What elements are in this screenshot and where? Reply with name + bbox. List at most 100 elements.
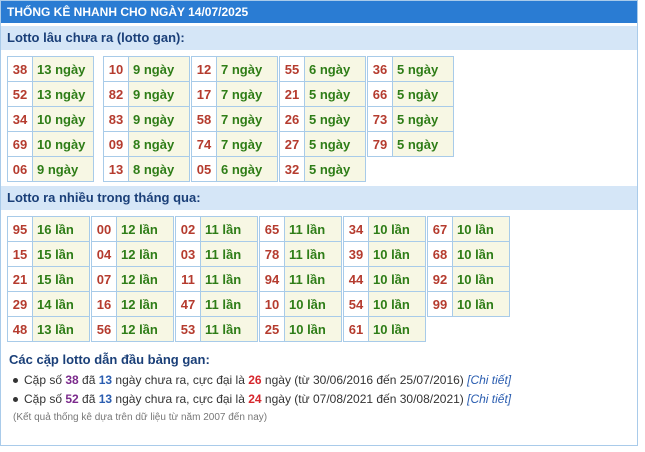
leader-text: đã (78, 392, 99, 406)
gan-row: 66 5 ngày (367, 81, 454, 107)
detail-link[interactable]: [Chi tiết] (467, 392, 511, 406)
gan-row: 13 8 ngày (103, 156, 190, 182)
gan-row: 26 5 ngày (279, 106, 366, 132)
frequent-count: 12 lần (116, 216, 174, 242)
frequent-number: 53 (175, 316, 201, 342)
leader-item: Cặp số 52 đã 13 ngày chưa ra, cực đại là… (9, 390, 629, 409)
gan-number: 13 (103, 156, 129, 182)
gan-row: 05 6 ngày (191, 156, 278, 182)
frequent-count: 12 lần (116, 266, 174, 292)
gan-row: 82 9 ngày (103, 81, 190, 107)
gan-count: 10 ngày (32, 131, 94, 157)
gan-count: 7 ngày (216, 56, 278, 82)
frequent-count: 15 lần (32, 241, 90, 267)
frequent-count: 11 lần (200, 241, 258, 267)
gan-number: 17 (191, 81, 217, 107)
frequent-block: 02 11 lần 03 11 lần 11 11 lần 47 11 lần 53 11 lần (175, 216, 258, 342)
gan-number: 79 (367, 131, 393, 157)
gan-row: 79 5 ngày (367, 131, 454, 157)
frequent-row: 78 11 lần (259, 241, 342, 267)
gan-row: 09 8 ngày (103, 131, 190, 157)
frequent-count: 10 lần (452, 241, 510, 267)
gan-number: 73 (367, 106, 393, 132)
gan-row: 34 10 ngày (7, 106, 94, 132)
frequent-count: 11 lần (284, 266, 342, 292)
gan-count: 9 ngày (128, 81, 190, 107)
gan-number: 69 (7, 131, 33, 157)
gan-heading: Lotto lâu chưa ra (lotto gan): (1, 26, 637, 50)
frequent-number: 04 (91, 241, 117, 267)
frequent-row: 04 12 lần (91, 241, 174, 267)
frequent-number: 56 (91, 316, 117, 342)
gan-row: 12 7 ngày (191, 56, 278, 82)
gan-count: 5 ngày (304, 106, 366, 132)
frequent-row: 29 14 lần (7, 291, 90, 317)
frequent-number: 15 (7, 241, 33, 267)
frequent-count: 10 lần (452, 291, 510, 317)
frequent-row: 21 15 lần (7, 266, 90, 292)
gan-row: 52 13 ngày (7, 81, 94, 107)
gan-count: 8 ngày (128, 131, 190, 157)
gan-number: 06 (7, 156, 33, 182)
gan-row: 21 5 ngày (279, 81, 366, 107)
frequent-number: 54 (343, 291, 369, 317)
gan-block: 12 7 ngày 17 7 ngày 58 7 ngày 74 7 ngày 05 6 ngày (191, 56, 278, 182)
detail-link[interactable]: [Chi tiết] (467, 373, 511, 387)
gan-number: 12 (191, 56, 217, 82)
gan-block: 55 6 ngày 21 5 ngày 26 5 ngày 27 5 ngày 32 5 ngày (279, 56, 366, 182)
gan-row: 69 10 ngày (7, 131, 94, 157)
frequent-count: 14 lần (32, 291, 90, 317)
frequent-count: 15 lần (32, 266, 90, 292)
gan-number: 58 (191, 106, 217, 132)
gan-count: 5 ngày (304, 156, 366, 182)
gan-number: 55 (279, 56, 305, 82)
gan-number: 74 (191, 131, 217, 157)
frequent-row: 95 16 lần (7, 216, 90, 242)
frequent-row: 47 11 lần (175, 291, 258, 317)
bullet-icon (13, 397, 18, 403)
frequent-count: 11 lần (200, 216, 258, 242)
frequent-count: 11 lần (200, 266, 258, 292)
frequent-count: 10 lần (368, 316, 426, 342)
frequent-row: 44 10 lần (343, 266, 426, 292)
frequent-row: 02 11 lần (175, 216, 258, 242)
frequent-count: 11 lần (200, 291, 258, 317)
gan-count: 9 ngày (32, 156, 94, 182)
frequent-number: 67 (427, 216, 453, 242)
pair: 38 (65, 373, 79, 387)
frequent-row: 07 12 lần (91, 266, 174, 292)
gan-number: 34 (7, 106, 33, 132)
frequent-block: 65 11 lần 78 11 lần 94 11 lần 10 10 lần 25 10 lần (259, 216, 342, 342)
frequent-number: 16 (91, 291, 117, 317)
frequent-count: 10 lần (284, 316, 342, 342)
max: 26 (248, 373, 262, 387)
frequent-number: 02 (175, 216, 201, 242)
leader-text: ngày (từ 07/08/2021 đến 30/08/2021) (261, 392, 468, 406)
gan-count: 5 ngày (392, 106, 454, 132)
frequent-row: 92 10 lần (427, 266, 510, 292)
gan-count: 5 ngày (304, 81, 366, 107)
frequent-number: 03 (175, 241, 201, 267)
gan-number: 26 (279, 106, 305, 132)
frequent-row: 53 11 lần (175, 316, 258, 342)
frequent-number: 92 (427, 266, 453, 292)
gan-count: 8 ngày (128, 156, 190, 182)
frequent-number: 61 (343, 316, 369, 342)
frequent-count: 12 lần (116, 241, 174, 267)
frequent-number: 78 (259, 241, 285, 267)
frequent-row: 10 10 lần (259, 291, 342, 317)
frequent-row: 94 11 lần (259, 266, 342, 292)
gan-row: 38 13 ngày (7, 56, 94, 82)
leader-text: đã (78, 373, 99, 387)
frequent-block: 34 10 lần 39 10 lần 44 10 lần 54 10 lần 61 10 lần (343, 216, 426, 342)
leader-text: ngày (từ 30/06/2016 đến 25/07/2016) (261, 373, 468, 387)
frequent-count: 12 lần (116, 316, 174, 342)
data-note: (Kết quả thống kê dựa trên dữ liệu từ nă… (13, 412, 268, 423)
frequent-count: 10 lần (284, 291, 342, 317)
gan-row: 55 6 ngày (279, 56, 366, 82)
frequent-count: 10 lần (452, 216, 510, 242)
frequent-row: 68 10 lần (427, 241, 510, 267)
stats-panel: THỐNG KÊ NHANH CHO NGÀY 14/07/2025 Lotto… (0, 0, 638, 446)
frequent-heading: Lotto ra nhiều trong tháng qua: (1, 186, 637, 210)
frequent-row: 54 10 lần (343, 291, 426, 317)
